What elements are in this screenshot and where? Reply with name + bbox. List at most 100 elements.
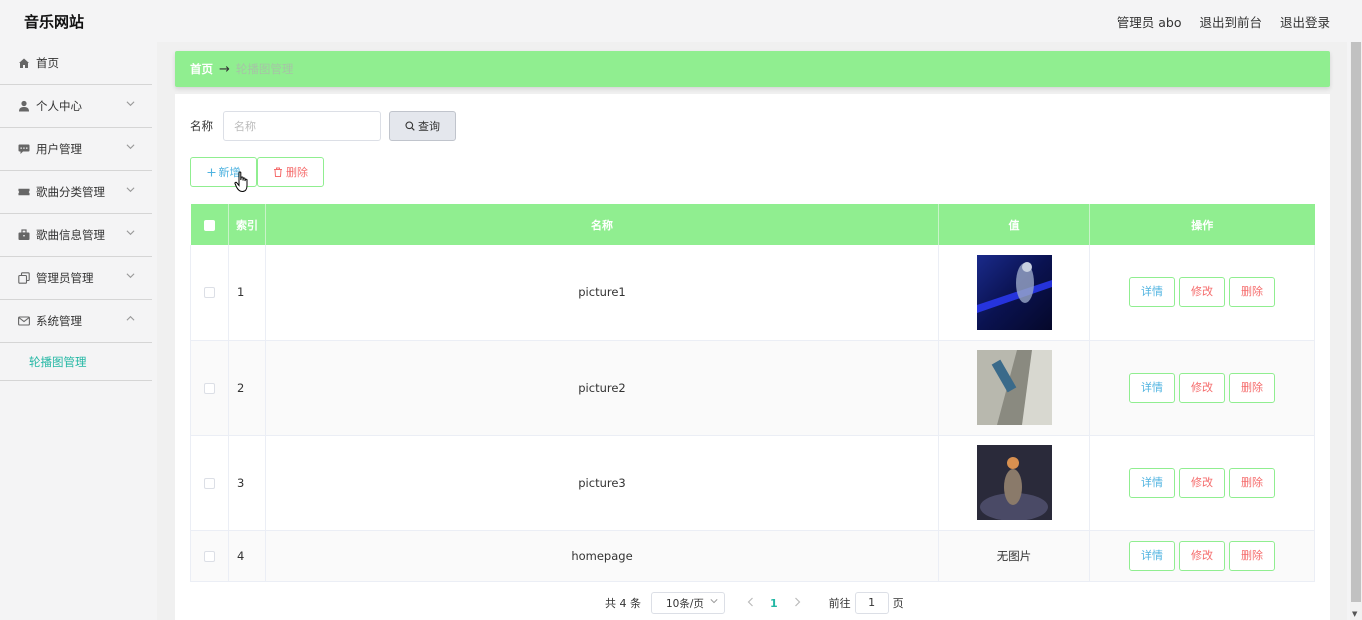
chevron-down-icon <box>710 597 718 607</box>
row-checkbox[interactable] <box>204 287 215 299</box>
current-page-number[interactable]: 1 <box>770 597 778 610</box>
table-row: 2 picture2 详情 修改 删除 <box>190 340 1315 436</box>
header-name[interactable]: 名称 <box>265 204 939 245</box>
search-form: 名称 查询 <box>190 111 456 141</box>
row-checkbox[interactable] <box>204 477 215 489</box>
row-value: 无图片 <box>938 530 1090 582</box>
sidebar-item-admin-management[interactable]: 管理员管理 <box>0 257 152 300</box>
hand-cursor-icon <box>234 171 250 193</box>
row-actions: 详情 修改 删除 <box>1089 530 1315 582</box>
row-name: picture1 <box>265 245 939 341</box>
action-buttons: 新增 删除 <box>190 157 324 193</box>
chevron-down-icon <box>126 271 136 281</box>
detail-button[interactable]: 详情 <box>1129 372 1175 403</box>
row-value <box>938 245 1090 341</box>
page-size-select[interactable]: 10条/页 <box>651 592 725 614</box>
carousel-thumbnail[interactable] <box>976 445 1052 520</box>
next-page-button[interactable] <box>794 596 801 610</box>
carousel-thumbnail[interactable] <box>976 254 1052 330</box>
row-index: 3 <box>228 435 266 531</box>
sidebar-subitem-carousel[interactable]: 轮播图管理 <box>0 343 152 381</box>
detail-button[interactable]: 详情 <box>1129 467 1175 498</box>
plus-icon <box>207 168 216 177</box>
goto-label: 前往 <box>828 597 851 610</box>
page-size-value: 10条/页 <box>666 597 704 610</box>
pagination: 共 4 条 10条/页 1 前往 1 页 <box>605 592 904 614</box>
row-value <box>938 340 1090 436</box>
breadcrumb: 首页 → 轮播图管理 <box>175 51 1330 87</box>
top-header: 音乐网站 管理员 abo 退出到前台 退出登录 <box>0 0 1362 42</box>
content-panel: 名称 查询 新增 删除 <box>175 94 1330 620</box>
delete-button[interactable]: 删除 <box>1229 467 1275 498</box>
breadcrumb-home[interactable]: 首页 <box>190 61 213 77</box>
sidebar-subitem-label: 轮播图管理 <box>29 354 87 369</box>
sidebar-item-system-management[interactable]: 系统管理 <box>0 300 152 343</box>
sidebar: 首页 个人中心 用户管理 歌曲分类管理 歌曲信息管理 管理员管理 系统管理 轮播… <box>0 42 152 620</box>
sidebar-item-user-management[interactable]: 用户管理 <box>0 128 152 171</box>
header-index: 索引 <box>228 204 266 245</box>
prev-page-button[interactable] <box>747 596 754 610</box>
row-name: homepage <box>265 530 939 582</box>
detail-button[interactable]: 详情 <box>1129 540 1175 571</box>
edit-button[interactable]: 修改 <box>1179 540 1225 571</box>
trash-icon <box>273 167 283 177</box>
delete-button[interactable]: 删除 <box>1229 540 1275 571</box>
header-value[interactable]: 值 <box>938 204 1090 245</box>
row-index: 1 <box>228 245 266 341</box>
chevron-down-icon <box>126 228 136 238</box>
mail-icon <box>18 315 30 327</box>
sidebar-item-song-info[interactable]: 歌曲信息管理 <box>0 214 152 257</box>
chevron-down-icon <box>126 142 136 152</box>
header-actions: 操作 <box>1089 204 1315 245</box>
row-checkbox[interactable] <box>204 550 215 562</box>
admin-user-label: 管理员 abo <box>1116 15 1182 30</box>
sidebar-item-label: 歌曲分类管理 <box>36 185 105 199</box>
scrollbar-thumb[interactable] <box>1351 42 1361 602</box>
batch-delete-button[interactable]: 删除 <box>257 157 324 187</box>
edit-button[interactable]: 修改 <box>1179 467 1225 498</box>
edit-button[interactable]: 修改 <box>1179 277 1225 308</box>
carousel-thumbnail[interactable] <box>976 350 1052 425</box>
delete-button[interactable]: 删除 <box>1229 372 1275 403</box>
search-icon <box>405 121 415 131</box>
breadcrumb-current: 轮播图管理 <box>235 62 294 76</box>
sidebar-item-label: 用户管理 <box>36 142 82 156</box>
site-title: 音乐网站 <box>24 13 85 31</box>
scroll-down-arrow-icon[interactable]: ▼ <box>1352 610 1357 618</box>
edit-button[interactable]: 修改 <box>1179 372 1225 403</box>
row-name: picture3 <box>265 435 939 531</box>
search-label: 名称 <box>190 119 213 133</box>
total-count: 共 4 条 <box>605 597 641 610</box>
sidebar-item-label: 歌曲信息管理 <box>36 228 105 242</box>
detail-button[interactable]: 详情 <box>1129 277 1175 308</box>
logout-link[interactable]: 退出登录 <box>1280 12 1330 31</box>
sidebar-item-home[interactable]: 首页 <box>0 42 152 85</box>
row-index: 2 <box>228 340 266 436</box>
back-to-front-link[interactable]: 退出到前台 <box>1199 12 1262 31</box>
row-name: picture2 <box>265 340 939 436</box>
vertical-scrollbar[interactable]: ▼ <box>1350 42 1362 620</box>
table-header-row: 索引 名称 值 操作 <box>190 204 1315 245</box>
row-actions: 详情 修改 删除 <box>1089 435 1315 531</box>
briefcase-icon <box>18 229 30 241</box>
sidebar-item-label: 首页 <box>36 56 59 70</box>
main-content: 首页 → 轮播图管理 名称 查询 新增 <box>157 42 1347 620</box>
select-all-header[interactable] <box>190 204 229 245</box>
select-all-checkbox[interactable] <box>203 219 215 231</box>
sidebar-item-personal-center[interactable]: 个人中心 <box>0 85 152 128</box>
query-button[interactable]: 查询 <box>389 111 456 141</box>
delete-button[interactable]: 删除 <box>1229 277 1275 308</box>
row-checkbox[interactable] <box>204 382 215 394</box>
chevron-down-icon <box>126 185 136 195</box>
chevron-down-icon <box>126 99 136 109</box>
breadcrumb-arrow: → <box>219 61 230 77</box>
goto-page-input[interactable]: 1 <box>854 592 889 614</box>
user-icon <box>18 100 30 112</box>
chevron-up-icon <box>126 314 136 324</box>
row-value <box>938 435 1090 531</box>
table-row: 1 picture1 详情 修改 删除 <box>190 245 1315 341</box>
sidebar-item-label: 管理员管理 <box>36 271 94 285</box>
sidebar-item-song-category[interactable]: 歌曲分类管理 <box>0 171 152 214</box>
search-input[interactable] <box>223 111 381 141</box>
copy-icon <box>18 272 30 284</box>
